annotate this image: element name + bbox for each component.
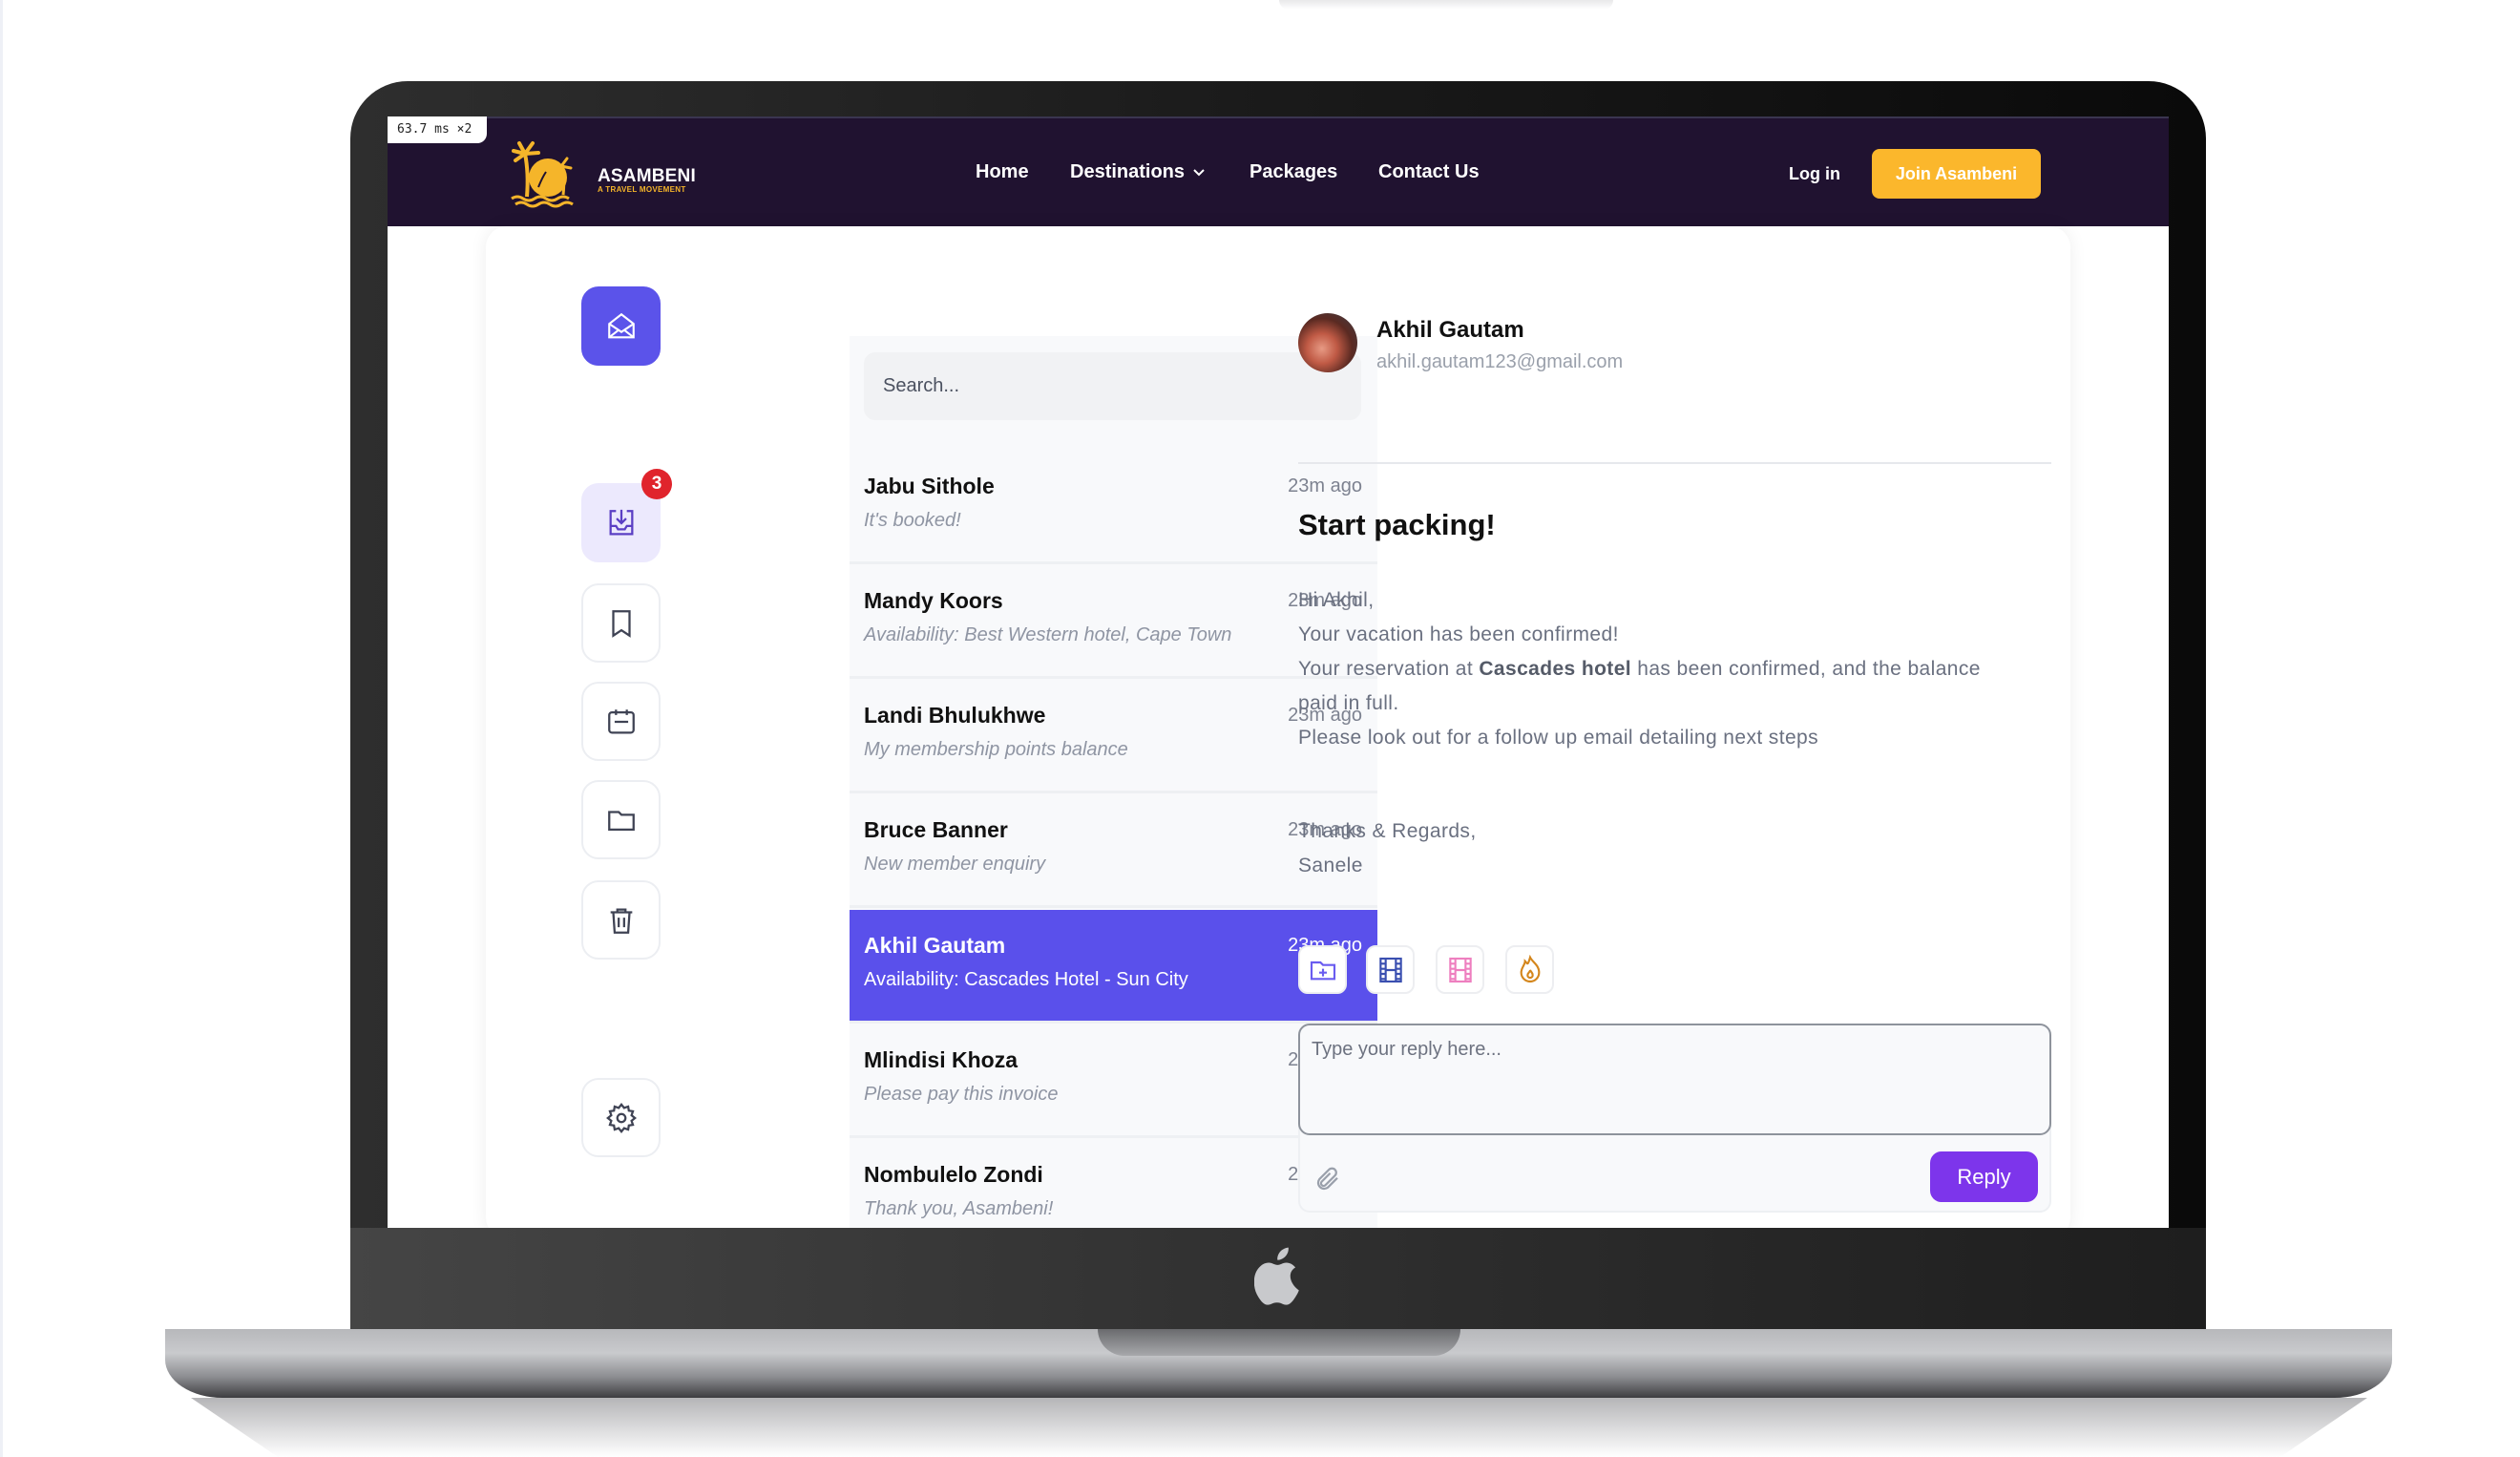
email-greeting: Hi Akhil, xyxy=(1298,589,1375,611)
trash-icon xyxy=(610,908,632,934)
flame-icon xyxy=(1520,954,1540,982)
message-sender: Mlindisi Khoza xyxy=(864,1047,1018,1072)
film-icon xyxy=(1378,957,1402,982)
navbar: ASAMBENI A TRAVEL MOVEMENT Home Destinat… xyxy=(388,116,2169,226)
nav-home[interactable]: Home xyxy=(976,161,1029,183)
paperclip-icon[interactable] xyxy=(1313,1165,1342,1193)
sidebar-trash[interactable] xyxy=(581,880,661,960)
email-line: Your reservation at Cascades hotel has b… xyxy=(1298,658,1981,681)
message-row[interactable]: Bruce Banner 23m ago New member enquiry xyxy=(850,794,1377,908)
sidebar-calendar[interactable] xyxy=(581,682,661,761)
message-sender: Akhil Gautam xyxy=(864,933,1006,958)
message-preview: New member enquiry xyxy=(864,854,1046,875)
brand-name: ASAMBENI xyxy=(598,166,696,186)
attach-folder-button[interactable] xyxy=(1298,945,1347,994)
inbox-unread-badge: 3 xyxy=(641,469,672,499)
nav-destinations[interactable]: Destinations xyxy=(1070,161,1206,183)
email-line: Please look out for a follow up email de… xyxy=(1298,727,1819,749)
sidebar-folders[interactable] xyxy=(581,780,661,859)
film-icon xyxy=(1448,957,1472,982)
message-sender: Nombulelo Zondi xyxy=(864,1162,1043,1187)
detail-divider xyxy=(1298,462,2051,464)
message-preview: It's booked! xyxy=(864,510,961,531)
mail-card: 3 Jabu Sithole 23m ago It's booked! Mand… xyxy=(486,226,2070,1228)
search-input[interactable] xyxy=(864,352,1361,420)
sender-name: Akhil Gautam xyxy=(1376,317,1524,343)
attach-media-button[interactable] xyxy=(1436,945,1484,994)
message-sender: Landi Bhulukhwe xyxy=(864,703,1046,728)
compose-button[interactable] xyxy=(581,286,661,366)
message-time: 23m ago xyxy=(1288,475,1362,496)
attach-trending-button[interactable] xyxy=(1505,945,1554,994)
nav-destinations-label: Destinations xyxy=(1070,161,1186,182)
gear-icon xyxy=(605,1102,637,1133)
nav-contact[interactable]: Contact Us xyxy=(1378,161,1480,183)
folder-plus-icon xyxy=(1310,961,1335,980)
email-subject: Start packing! xyxy=(1298,508,1496,541)
login-link[interactable]: Log in xyxy=(1789,164,1840,184)
sender-email: akhil.gautam123@gmail.com xyxy=(1376,351,1624,372)
message-preview: Thank you, Asambeni! xyxy=(864,1198,1054,1219)
email-bold-hotel: Cascades hotel xyxy=(1479,658,1632,680)
nav-packages[interactable]: Packages xyxy=(1250,161,1337,183)
laptop-notch xyxy=(1098,1329,1460,1356)
inbox-download-icon xyxy=(609,509,633,535)
message-preview: Availability: Best Western hotel, Cape T… xyxy=(864,624,1232,645)
page-edge xyxy=(0,0,3,1457)
perf-overlay: 63.7 ms ×2 xyxy=(388,116,487,143)
email-text: Your reservation at xyxy=(1298,658,1480,680)
top-shadow xyxy=(1279,0,1613,10)
laptop-screen: ASAMBENI A TRAVEL MOVEMENT Home Destinat… xyxy=(388,116,2169,1228)
laptop-reflection xyxy=(191,1398,2367,1457)
folder-icon xyxy=(607,810,635,831)
brand-tagline: A TRAVEL MOVEMENT xyxy=(598,185,686,194)
sender-avatar xyxy=(1298,313,1357,372)
sidebar-saved[interactable] xyxy=(581,583,661,663)
apple-logo-icon xyxy=(1254,1247,1299,1305)
sidebar-settings[interactable] xyxy=(581,1078,661,1157)
email-signature: Sanele xyxy=(1298,855,1363,876)
email-line: paid in full. xyxy=(1298,692,1399,714)
envelope-open-icon xyxy=(607,312,635,338)
chevron-down-icon xyxy=(1193,169,1205,177)
brand-logo-icon[interactable] xyxy=(510,139,577,208)
message-preview: My membership points balance xyxy=(864,739,1128,760)
message-sender: Jabu Sithole xyxy=(864,474,995,498)
calendar-icon xyxy=(607,708,635,733)
email-line: Your vacation has been confirmed! xyxy=(1298,623,1619,645)
message-sender: Bruce Banner xyxy=(864,817,1008,842)
email-text: has been confirmed, and the balance xyxy=(1631,658,1981,680)
bookmark-icon xyxy=(611,609,631,638)
join-button[interactable]: Join Asambeni xyxy=(1872,149,2041,199)
message-preview: Please pay this invoice xyxy=(864,1084,1059,1105)
attach-video-button[interactable] xyxy=(1366,945,1415,994)
message-preview: Availability: Cascades Hotel - Sun City xyxy=(864,969,1188,990)
reply-button[interactable]: Reply xyxy=(1930,1151,2038,1202)
reply-textarea[interactable] xyxy=(1298,1024,2051,1135)
message-sender: Mandy Koors xyxy=(864,588,1003,613)
email-signoff: Thanks & Regards, xyxy=(1298,820,1477,842)
